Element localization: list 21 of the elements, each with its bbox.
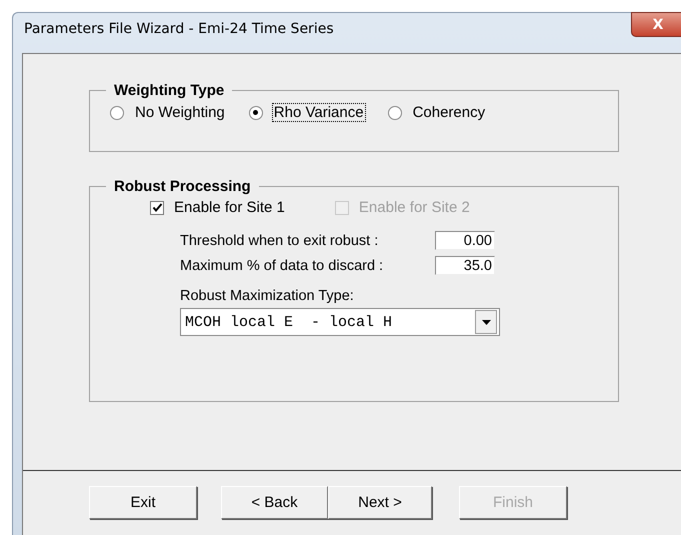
dropdown-arrow-icon bbox=[482, 320, 490, 324]
field-label: Maximum % of data to discard : bbox=[180, 258, 384, 274]
wizard-button[interactable]: Next > bbox=[328, 486, 432, 519]
radio-button[interactable] bbox=[110, 106, 124, 120]
input-field[interactable]: 35.0 bbox=[435, 256, 495, 275]
field-label: Threshold when to exit robust : bbox=[180, 232, 380, 248]
group-title: Robust Processing bbox=[113, 178, 252, 195]
field-label: Robust Maximization Type: bbox=[180, 288, 355, 304]
wizard-button[interactable]: < Back bbox=[221, 486, 328, 519]
checkbox[interactable] bbox=[150, 200, 164, 214]
radio-label[interactable]: Coherency bbox=[410, 103, 488, 122]
group-title: Weighting Type bbox=[113, 82, 226, 99]
window-title: Parameters File Wizard - Emi-24 Time Series bbox=[24, 21, 334, 37]
radio-label[interactable]: Rho Variance bbox=[272, 103, 366, 122]
radio-button[interactable] bbox=[388, 106, 402, 120]
radio-label[interactable]: No Weighting bbox=[133, 103, 227, 122]
wizard-button[interactable]: Exit bbox=[89, 486, 197, 519]
checkbox-label[interactable]: Enable for Site 1 bbox=[174, 199, 285, 216]
dropdown[interactable]: MCOH local E - local H bbox=[180, 308, 500, 336]
radio-button[interactable] bbox=[248, 106, 263, 120]
input-field[interactable]: 0.00 bbox=[435, 231, 495, 250]
